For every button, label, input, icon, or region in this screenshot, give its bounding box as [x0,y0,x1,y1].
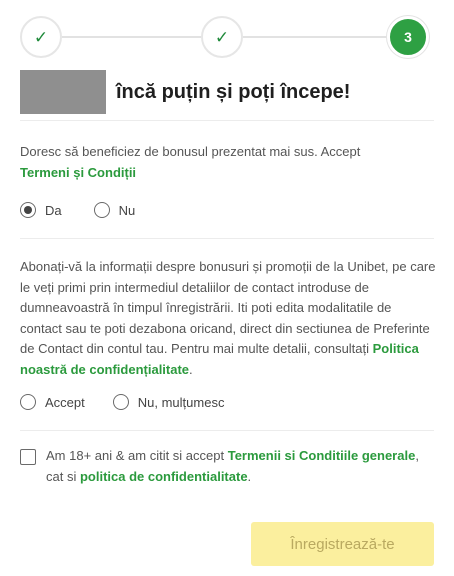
radio-unchecked-icon[interactable] [112,394,129,410]
step-2-completed: ✓ [201,16,243,58]
stepper-line-2 [243,36,389,38]
terms-checkbox[interactable] [20,449,36,465]
promotions-radio-decline[interactable]: Nu, mulțumesc [112,394,224,410]
promotions-radio-group: Accept Nu, mulțumesc [20,394,224,410]
divider [20,120,434,121]
redacted-username [20,70,106,114]
progress-stepper: ✓ ✓ 3 [0,0,454,72]
promotions-consent-text: Abonați-vă la informații despre bonusuri… [20,259,436,377]
register-button[interactable]: Înregistrează-te [251,522,434,566]
divider [20,430,434,431]
promotions-radio-accept[interactable]: Accept [20,394,85,410]
step-3-active: 3 [387,16,429,58]
radio-unchecked-icon[interactable] [20,394,36,410]
radio-unchecked-icon[interactable] [93,202,110,218]
heading-row: încă puțin și poți începe! [20,70,350,114]
step-3-number: 3 [404,29,412,45]
radio-checked-icon[interactable] [20,202,36,218]
step-1-completed: ✓ [20,16,62,58]
general-terms-link[interactable]: Termenii si Conditiile generale [228,448,416,463]
bonus-consent-text: Doresc să beneficiez de bonusul prezenta… [20,144,361,180]
terms-checkbox-label: Am 18+ ani & am citit si accept Termenii… [46,448,419,484]
divider [20,238,434,239]
stepper-line-1 [62,36,201,38]
check-icon: ✓ [33,27,49,47]
check-icon: ✓ [214,27,230,47]
bonus-radio-yes[interactable]: Da [20,202,62,218]
page-title: încă puțin și poți începe! [116,80,351,103]
privacy-link[interactable]: politica de confidentialitate [80,469,248,484]
terms-link[interactable]: Termeni și Condiții [20,165,136,180]
bonus-radio-group: Da Nu [20,202,135,218]
bonus-radio-no[interactable]: Nu [93,202,135,218]
terms-checkbox-row: Am 18+ ani & am citit si accept Termenii… [20,446,436,487]
